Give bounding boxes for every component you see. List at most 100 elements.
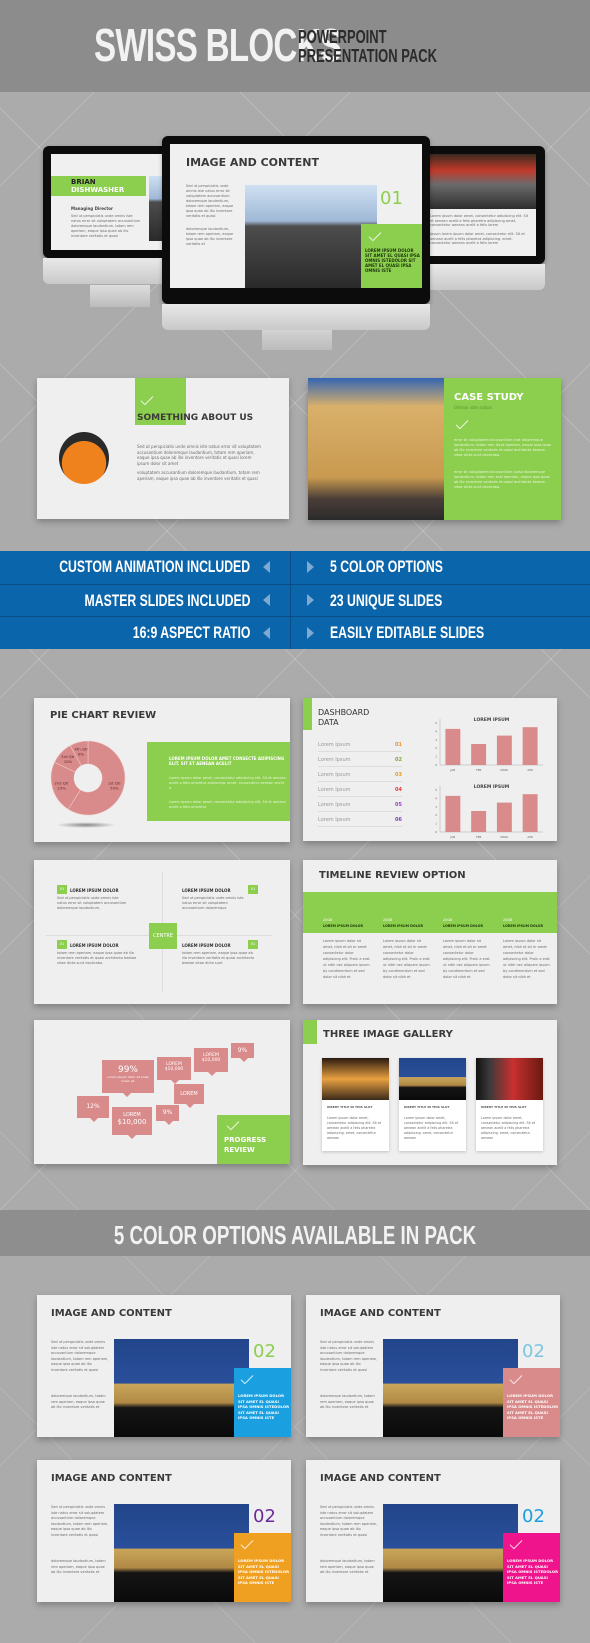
y-tick-label: 2 bbox=[435, 746, 437, 750]
photo-palace bbox=[114, 1339, 249, 1437]
bar-chart-top: LOREM IPSUM 0 1 2 3 4 5 JAN FEB MARC APR bbox=[435, 717, 543, 772]
feature-color-options: 5 COLOR OPTIONS bbox=[330, 557, 443, 576]
title-line2: DATA bbox=[318, 718, 339, 727]
box-title-line2: REVIEW bbox=[224, 1146, 255, 1154]
x-tick-label: MARC bbox=[500, 768, 508, 772]
photo-station bbox=[322, 1058, 389, 1100]
dashboard-row: Lorem Ipsum 04 bbox=[318, 787, 402, 797]
timeline-heading: LOREM IPSUM DOLOR bbox=[503, 924, 543, 928]
timeline-heading: LOREM IPSUM DOLOR bbox=[443, 924, 483, 928]
dashboard-row: Lorem Ipsum 01 bbox=[318, 742, 402, 752]
bar-feb bbox=[471, 811, 487, 832]
slide-case-study: CASE STUDY Omnis iste natus error sit vo… bbox=[308, 378, 561, 520]
callout-sub: $10,000 bbox=[164, 1067, 184, 1072]
accent-block bbox=[303, 1020, 317, 1044]
slide-title: IMAGE AND CONTENT bbox=[320, 1308, 441, 1319]
box-body-2: Lorem ipsum dolor amet, consectetur adip… bbox=[169, 800, 286, 809]
name-line2: DISHWASHER bbox=[71, 186, 125, 194]
row-number: 02 bbox=[395, 757, 402, 763]
timeline-year: 2008 bbox=[443, 918, 452, 922]
slide-about: SOMETHING ABOUT US Sed ut perspiciatis u… bbox=[37, 378, 289, 519]
arrow-right-icon bbox=[307, 594, 314, 606]
gallery-card-3: INSERT TITLE IN THIS SLOT Lorem ipsum do… bbox=[476, 1058, 543, 1151]
slide-number: 02 bbox=[253, 1341, 276, 1362]
card-body: Lorem ipsum dolor amet, consectetur adip… bbox=[481, 1116, 536, 1140]
x-tick-label: APR bbox=[527, 768, 533, 772]
role-text: Managing Director bbox=[71, 206, 113, 211]
chart-title: LOREM IPSUM bbox=[474, 717, 510, 723]
slide-gallery: THREE IMAGE GALLERY INSERT TITLE IN THIS… bbox=[303, 1020, 557, 1165]
photo-palace bbox=[383, 1504, 518, 1602]
callout-value: 99% bbox=[117, 1065, 138, 1075]
pie-value-label: 59% bbox=[110, 786, 119, 791]
pie-value-label: 23% bbox=[57, 786, 66, 791]
name-bar: BRIAN DISHWASHER bbox=[51, 176, 146, 196]
slide-title: SOMETHING ABOUT US bbox=[137, 413, 254, 423]
photo-palace bbox=[114, 1504, 249, 1602]
body-text-2: doloremque laudantium, totam rem aperiam… bbox=[51, 1559, 106, 1574]
row-label: Lorem Ipsum bbox=[318, 817, 351, 823]
x-tick-label: JAN bbox=[449, 835, 455, 839]
name-line1: BRIAN bbox=[71, 178, 96, 186]
slide-progress: 99% Lorem ipsum dolor sit amet lorem sit… bbox=[34, 1020, 290, 1164]
x-tick-label: APR bbox=[527, 835, 533, 839]
bar-apr bbox=[522, 727, 538, 765]
slide-title: IMAGE AND CONTENT bbox=[51, 1308, 172, 1319]
timeline-year: 2008 bbox=[323, 918, 332, 922]
highlight-box: LOREM IPSUM DOLOR SIT AMET EL QUASI IPSA… bbox=[503, 1533, 560, 1602]
dashboard-row: Lorem Ipsum 06 bbox=[318, 817, 402, 827]
photo-palace bbox=[383, 1339, 518, 1437]
x-tick-label: MARC bbox=[500, 835, 508, 839]
card-body: Lorem ipsum dolor amet, consectetur adip… bbox=[404, 1116, 459, 1140]
callout-lorem-2: LOREM $10,000 bbox=[194, 1048, 228, 1076]
bar-jan bbox=[445, 728, 461, 765]
body-text-2: Ipsum lorem ipsum dolor amet, consectetu… bbox=[430, 232, 525, 245]
color-variant-slide-1: IMAGE AND CONTENT Sed ut perspiciatis und… bbox=[37, 1295, 291, 1437]
x-tick-label: JAN bbox=[449, 768, 455, 772]
donut-hole bbox=[74, 764, 102, 792]
highlight-text: LOREM IPSUM DOLOR SIT AMET EL QUASI IPSA… bbox=[238, 1393, 289, 1420]
highlight-box: LOREM IPSUM DOLOR SIT AMET EL QUASI IPSA… bbox=[503, 1368, 560, 1437]
highlight-box: LOREM IPSUM DOLOR SIT AMET EL QUASI IPSA… bbox=[361, 224, 422, 288]
callout-sub: $10,000 bbox=[117, 1118, 147, 1126]
highlight-text: LOREM IPSUM DOLOR SIT AMET EL QUASI IPSA… bbox=[507, 1558, 558, 1585]
badge-01: 01 bbox=[248, 885, 258, 894]
row-label: Lorem Ipsum bbox=[318, 787, 351, 793]
timeline-year: 2008 bbox=[383, 918, 392, 922]
y-tick-label: 3 bbox=[435, 738, 437, 742]
photo-palace bbox=[399, 1058, 466, 1100]
row-number: 05 bbox=[395, 802, 402, 808]
bar-chart-bottom: LOREM IPSUM 0 1 2 3 4 5 JAN FEB MARC APR bbox=[435, 784, 543, 839]
feature-custom-animation: CUSTOM ANIMATION INCLUDED bbox=[59, 557, 250, 576]
y-tick-label: 0 bbox=[435, 763, 437, 767]
badge-01: 01 bbox=[248, 940, 258, 949]
feature-master-slides: MASTER SLIDES INCLUDED bbox=[84, 591, 250, 610]
bar-apr bbox=[522, 794, 538, 832]
color-options-banner: 5 COLOR OPTIONS AVAILABLE IN PACK bbox=[0, 1210, 590, 1256]
item-body: Sed ut perspiciatis unde omnis iste natu… bbox=[57, 896, 127, 910]
x-tick-label: FEB bbox=[476, 768, 481, 772]
slide-centre: CENTRE 01 LOREM IPSUM DOLOR Sed ut persp… bbox=[34, 860, 290, 1004]
body-text-2: doloremque laudantium, totam rem aperiam… bbox=[51, 1394, 106, 1409]
dashboard-row: Lorem Ipsum 05 bbox=[318, 802, 402, 812]
feature-unique-slides: 23 UNIQUE SLIDES bbox=[330, 591, 443, 610]
subtitle-line1: POWERPOINT bbox=[298, 27, 387, 47]
body-text-1: Lorem ipsum dolor amet, consectetur adip… bbox=[430, 214, 529, 227]
box-title: PROGRESS REVIEW bbox=[224, 1135, 266, 1155]
slide-title: IMAGE AND CONTENT bbox=[186, 156, 319, 169]
pie-chart: 1st Qtr59%2nd Qtr23%3rd Qtr10%4th Qtr8% bbox=[50, 740, 126, 816]
body-text-2: doloremque laudantium, totam rem aperiam… bbox=[320, 1394, 375, 1409]
timeline-body: Lorem ipsum dolor sit amet, nibh et sit … bbox=[323, 939, 370, 979]
gallery-card-1: INSERT TITLE IN THIS SLOT Lorem ipsum do… bbox=[322, 1058, 389, 1151]
row-number: 04 bbox=[395, 787, 402, 793]
slide-title: DASHBOARD DATA bbox=[318, 708, 369, 728]
progress-review-box: PROGRESS REVIEW bbox=[217, 1115, 290, 1164]
slide-number: 02 bbox=[253, 1506, 276, 1527]
callout-12: 12% bbox=[77, 1096, 109, 1122]
y-tick-label: 1 bbox=[435, 755, 437, 759]
body-text-1: error sit voluptatem accusantium erat do… bbox=[454, 438, 552, 457]
box-body-1: Lorem ipsum dolor amet, consectetur adip… bbox=[169, 776, 286, 790]
row-number: 03 bbox=[395, 772, 402, 778]
callout-lorem-3: LOREM bbox=[174, 1084, 204, 1108]
y-tick-label: 4 bbox=[435, 796, 437, 800]
